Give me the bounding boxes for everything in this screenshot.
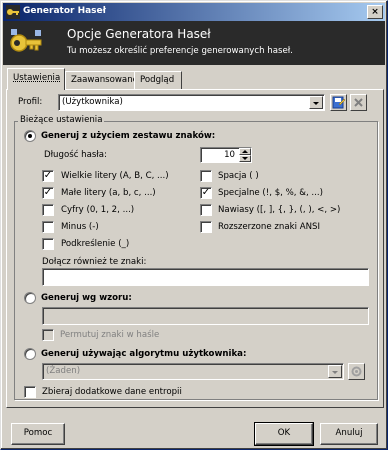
algorithm-mode-radio[interactable] [24, 348, 36, 360]
generator-window: Generator Haseł × Opcje Generatora Haseł… [0, 0, 388, 450]
window-title: Generator Haseł [23, 6, 106, 16]
ansi-checkbox[interactable] [200, 221, 212, 233]
algorithm-mode-label[interactable]: Generuj używając algorytmu użytkownika: [41, 349, 246, 359]
space-checkbox[interactable] [200, 170, 212, 182]
special-checkbox[interactable]: ✓ [200, 187, 212, 199]
algorithm-select[interactable]: (Żaden) [42, 363, 344, 380]
charset-mode-label[interactable]: Generuj z użyciem zestawu znaków: [41, 131, 215, 141]
ok-button-label: OK [277, 428, 291, 438]
permute-label: Permutuj znaki w haśle [60, 330, 160, 340]
help-button-label: Pomoc [23, 428, 53, 438]
close-button[interactable]: × [367, 5, 383, 19]
ansi-label: Rozszerzone znaki ANSI [218, 222, 321, 232]
extra-chars-label: Dołącz również te znaki: [42, 257, 147, 267]
brackets-checkbox[interactable] [200, 204, 212, 216]
cancel-button[interactable]: Anuluj [320, 423, 378, 445]
special-label: Specjalne (!, $, %, &, ...) [218, 188, 323, 198]
brackets-label: Nawiasy ([, ], {, }, (, ), <, >) [218, 205, 341, 215]
uppercase-label: Wielkie litery (A, B, C, ...) [61, 171, 169, 181]
tab-label: Podgląd [140, 75, 175, 85]
ok-button[interactable]: OK [254, 422, 314, 446]
digits-checkbox[interactable] [42, 204, 54, 216]
minus-checkbox[interactable] [42, 221, 54, 233]
algorithm-options-button[interactable] [348, 363, 365, 380]
length-label: Długość hasła: [44, 150, 107, 160]
tab-podglad[interactable]: Podgląd [134, 71, 182, 89]
delete-icon [354, 98, 363, 107]
gear-icon [351, 366, 362, 377]
settings-tab-panel: Profil: (Użytkownika) Bieżące ustawienia… [6, 89, 384, 408]
lowercase-checkbox[interactable]: ✓ [42, 187, 54, 199]
tab-label: Zaawansowane [71, 75, 138, 85]
tab-ustawienia[interactable]: Ustawienia [7, 68, 65, 90]
save-profile-button[interactable] [330, 94, 347, 111]
underscore-label: Podkreślenie (_) [61, 239, 130, 249]
length-spinner[interactable]: 10 [200, 147, 252, 163]
entropy-checkbox[interactable] [24, 386, 36, 398]
entropy-label: Zbieraj dodatkowe dane entropii [42, 387, 182, 397]
header-title: Opcje Generatora Haseł [67, 27, 211, 41]
profile-label: Profil: [18, 97, 43, 107]
delete-profile-button[interactable] [350, 94, 367, 111]
charset-mode-radio[interactable] [24, 130, 36, 142]
dialog-header: Opcje Generatora Haseł Tu możesz określi… [3, 21, 385, 65]
group-label: Bieżące ustawienia [18, 115, 105, 125]
pattern-input[interactable] [42, 307, 369, 325]
lowercase-label: Małe litery (a, b, c, ...) [61, 188, 156, 198]
header-subtitle: Tu możesz określić preferencje generowan… [67, 46, 293, 56]
space-label: Spacja ( ) [218, 171, 259, 181]
algorithm-value: (Żaden) [46, 366, 81, 376]
chevron-down-icon[interactable] [328, 365, 342, 378]
pattern-mode-radio[interactable] [24, 292, 36, 304]
minus-label: Minus (-) [61, 222, 99, 232]
cancel-button-label: Anuluj [335, 428, 363, 438]
profile-value: (Użytkownika) [62, 97, 123, 107]
key-icon [6, 5, 20, 19]
key-icon [10, 29, 42, 52]
underscore-checkbox[interactable] [42, 238, 54, 250]
chevron-down-icon[interactable] [309, 96, 323, 109]
chevron-down-icon[interactable] [239, 155, 251, 162]
digits-label: Cyfry (0, 1, 2, ...) [61, 205, 135, 215]
pattern-mode-label[interactable]: Generuj wg wzoru: [41, 293, 132, 303]
extra-chars-input[interactable] [42, 268, 369, 286]
chevron-up-icon[interactable] [239, 148, 251, 155]
help-button[interactable]: Pomoc [11, 423, 65, 445]
length-value: 10 [224, 150, 235, 160]
length-stepper[interactable] [239, 148, 251, 162]
save-profile-icon [332, 96, 346, 109]
title-bar[interactable]: Generator Haseł × [3, 3, 385, 21]
uppercase-checkbox[interactable]: ✓ [42, 170, 54, 182]
tab-zaawansowane[interactable]: Zaawansowane [65, 71, 138, 89]
permute-checkbox[interactable] [42, 329, 54, 341]
tab-label: Ustawienia [13, 73, 61, 83]
profile-select[interactable]: (Użytkownika) [58, 94, 325, 111]
